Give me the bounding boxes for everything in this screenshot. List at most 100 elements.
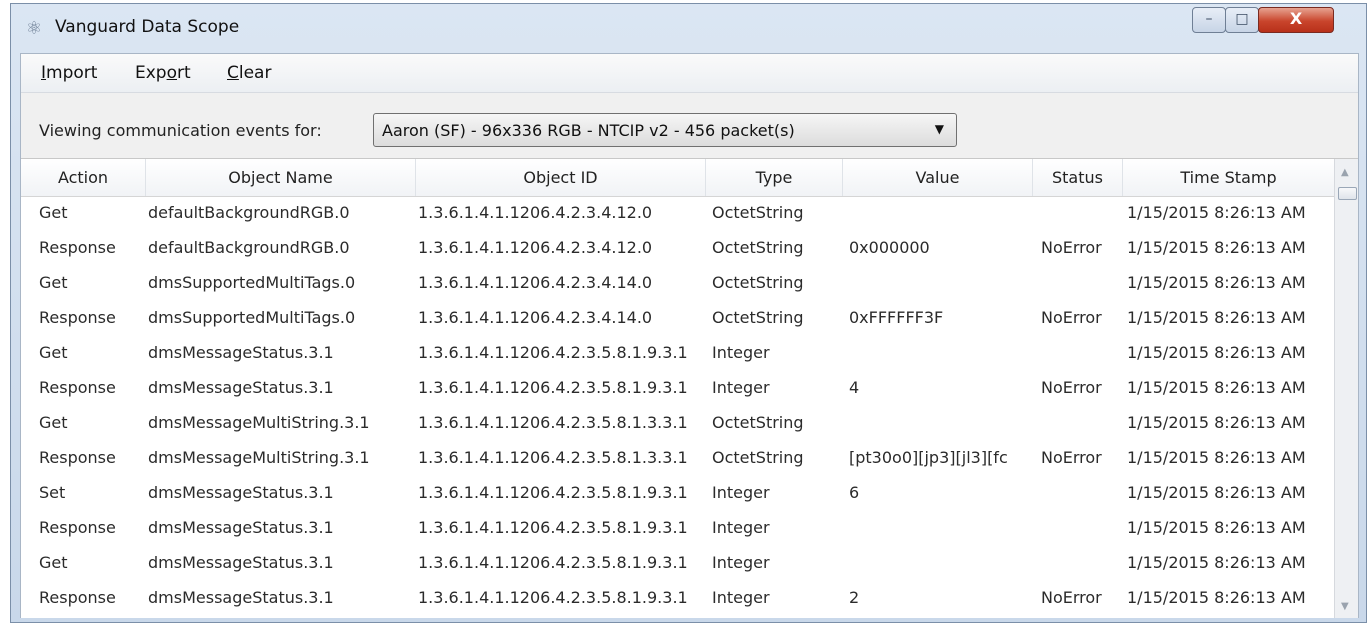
cell-type: OctetString xyxy=(712,273,804,292)
column-header-type[interactable]: Type xyxy=(706,159,843,196)
cell-object-name: dmsSupportedMultiTags.0 xyxy=(148,308,356,327)
column-header-time-stamp[interactable]: Time Stamp xyxy=(1123,159,1334,196)
column-header-object-name[interactable]: Object Name xyxy=(146,159,416,196)
table-row[interactable]: Response defaultBackgroundRGB.0 1.3.6.1.4.… xyxy=(21,231,1334,265)
vertical-scrollbar[interactable]: ▲ ▼ xyxy=(1334,159,1358,618)
table-row[interactable]: Response dmsMessageStatus.3.1 1.3.6.1.4.1.… xyxy=(21,581,1334,615)
table-row[interactable]: Get dmsMessageStatus.3.1 1.3.6.1.4.1.1206.… xyxy=(21,546,1334,580)
scroll-up-icon[interactable]: ▲ xyxy=(1341,167,1349,178)
cell-status xyxy=(1041,336,1121,370)
cell-status xyxy=(1041,546,1121,580)
cell-value: 0xFFFFFF3F xyxy=(849,308,944,327)
cell-time-stamp: 1/15/2015 8:26:13 AM xyxy=(1127,203,1306,222)
cell-time-stamp: 1/15/2015 8:26:13 AM xyxy=(1127,308,1306,327)
table-row[interactable]: Set dmsMessageStatus.3.1 1.3.6.1.4.1.1206.… xyxy=(21,476,1334,510)
cell-type: OctetString xyxy=(712,203,804,222)
cell-status xyxy=(1041,476,1121,510)
cell-status: NoError xyxy=(1041,378,1102,397)
cell-time-stamp: 1/15/2015 8:26:13 AM xyxy=(1127,238,1306,257)
table-row[interactable]: Response dmsMessageStatus.3.1 1.3.6.1.4.1.… xyxy=(21,511,1334,545)
table-row[interactable]: Get dmsMessageMultiString.3.1 1.3.6.1.4.1.… xyxy=(21,406,1334,440)
cell-action: Response xyxy=(39,448,116,467)
cell-type: Integer xyxy=(712,378,770,397)
table-row[interactable]: Response dmsMessageMultiString.3.1 1.3.6.1… xyxy=(21,441,1334,475)
title-bar[interactable]: ⚛ Vanguard Data Scope – □ X xyxy=(11,4,1366,54)
cell-object-id: 1.3.6.1.4.1.1206.4.2.3.5.8.1.9.3.1 xyxy=(418,378,688,397)
cell-time-stamp: 1/15/2015 8:26:13 AM xyxy=(1127,448,1306,467)
menu-clear-accel: C xyxy=(227,63,239,83)
cell-status: NoError xyxy=(1041,588,1102,607)
cell-value xyxy=(849,266,1029,300)
close-button[interactable]: X xyxy=(1258,7,1334,33)
column-header-object-id[interactable]: Object ID xyxy=(416,159,706,196)
cell-type: OctetString xyxy=(712,448,804,467)
column-header-action[interactable]: Action xyxy=(21,159,146,196)
cell-object-name: dmsMessageStatus.3.1 xyxy=(148,343,334,362)
menu-clear[interactable]: Clear xyxy=(227,63,271,83)
events-table: Action Object Name Object ID Type Value … xyxy=(21,158,1358,618)
cell-time-stamp: 1/15/2015 8:26:13 AM xyxy=(1127,588,1306,607)
cell-type: Integer xyxy=(712,483,770,502)
chevron-down-icon[interactable]: ▼ xyxy=(935,122,944,136)
device-select[interactable]: Aaron (SF) - 96x336 RGB - NTCIP v2 - 456… xyxy=(373,113,957,147)
menu-import-rest: mport xyxy=(46,63,98,83)
cell-type: OctetString xyxy=(712,413,804,432)
cell-object-name: dmsMessageMultiString.3.1 xyxy=(148,413,370,432)
cell-object-id: 1.3.6.1.4.1.1206.4.2.3.5.8.1.3.3.1 xyxy=(418,448,688,467)
menu-bar: Import Export Clear xyxy=(21,54,1358,93)
table-header: Action Object Name Object ID Type Value … xyxy=(21,159,1334,197)
cell-type: OctetString xyxy=(712,308,804,327)
cell-status xyxy=(1041,196,1121,230)
table-row[interactable]: Get dmsMessageStatus.3.1 1.3.6.1.4.1.1206.… xyxy=(21,336,1334,370)
scroll-thumb[interactable] xyxy=(1338,187,1357,200)
menu-export[interactable]: Export xyxy=(135,63,191,83)
cell-object-id: 1.3.6.1.4.1.1206.4.2.3.4.14.0 xyxy=(418,273,653,292)
cell-object-name: dmsSupportedMultiTags.0 xyxy=(148,273,356,292)
table-row[interactable]: Get dmsSupportedMultiTags.0 1.3.6.1.4.1.12… xyxy=(21,266,1334,300)
cell-object-name: dmsMessageStatus.3.1 xyxy=(148,588,334,607)
cell-value: 6 xyxy=(849,483,860,502)
menu-export-accel: o xyxy=(166,63,177,83)
cell-time-stamp: 1/15/2015 8:26:13 AM xyxy=(1127,483,1306,502)
cell-value: 2 xyxy=(849,588,860,607)
maximize-button[interactable]: □ xyxy=(1225,7,1259,33)
cell-object-id: 1.3.6.1.4.1.1206.4.2.3.5.8.1.3.3.1 xyxy=(418,413,688,432)
menu-import[interactable]: Import xyxy=(41,63,97,83)
app-window: ⚛ Vanguard Data Scope – □ X Import Expor… xyxy=(10,3,1367,623)
cell-action: Response xyxy=(39,518,116,537)
cell-time-stamp: 1/15/2015 8:26:13 AM xyxy=(1127,378,1306,397)
column-header-status[interactable]: Status xyxy=(1033,159,1123,196)
cell-action: Set xyxy=(39,483,66,502)
menu-export-pre: Exp xyxy=(135,63,167,83)
menu-export-rest: rt xyxy=(177,63,191,83)
cell-action: Response xyxy=(39,378,116,397)
cell-value xyxy=(849,406,1029,440)
cell-object-name: dmsMessageStatus.3.1 xyxy=(148,518,334,537)
column-header-value[interactable]: Value xyxy=(843,159,1033,196)
cell-object-id: 1.3.6.1.4.1.1206.4.2.3.5.8.1.9.3.1 xyxy=(418,343,688,362)
cell-status xyxy=(1041,511,1121,545)
cell-value xyxy=(849,196,1029,230)
cell-object-name: dmsMessageStatus.3.1 xyxy=(148,553,334,572)
cell-object-id: 1.3.6.1.4.1.1206.4.2.3.4.12.0 xyxy=(418,238,653,257)
cell-action: Get xyxy=(39,553,68,572)
menu-clear-rest: lear xyxy=(238,63,272,83)
cell-value: [pt30o0][jp3][jl3][fc xyxy=(849,448,1008,467)
cell-action: Response xyxy=(39,238,116,257)
cell-object-id: 1.3.6.1.4.1.1206.4.2.3.5.8.1.9.3.1 xyxy=(418,588,688,607)
cell-status xyxy=(1041,406,1121,440)
cell-type: Integer xyxy=(712,518,770,537)
minimize-button[interactable]: – xyxy=(1192,7,1226,33)
cell-action: Get xyxy=(39,413,68,432)
table-row[interactable]: Response dmsSupportedMultiTags.0 1.3.6.1.4… xyxy=(21,301,1334,335)
cell-status xyxy=(1041,266,1121,300)
atom-icon: ⚛ xyxy=(25,18,43,39)
table-row[interactable]: Get defaultBackgroundRGB.0 1.3.6.1.4.1.120… xyxy=(21,196,1334,230)
cell-action: Get xyxy=(39,273,68,292)
table-row[interactable]: Response dmsMessageStatus.3.1 1.3.6.1.4.1.… xyxy=(21,371,1334,405)
cell-value xyxy=(849,511,1029,545)
cell-object-name: dmsMessageMultiString.3.1 xyxy=(148,448,370,467)
cell-time-stamp: 1/15/2015 8:26:13 AM xyxy=(1127,273,1306,292)
cell-action: Get xyxy=(39,343,68,362)
scroll-down-icon[interactable]: ▼ xyxy=(1341,601,1349,612)
